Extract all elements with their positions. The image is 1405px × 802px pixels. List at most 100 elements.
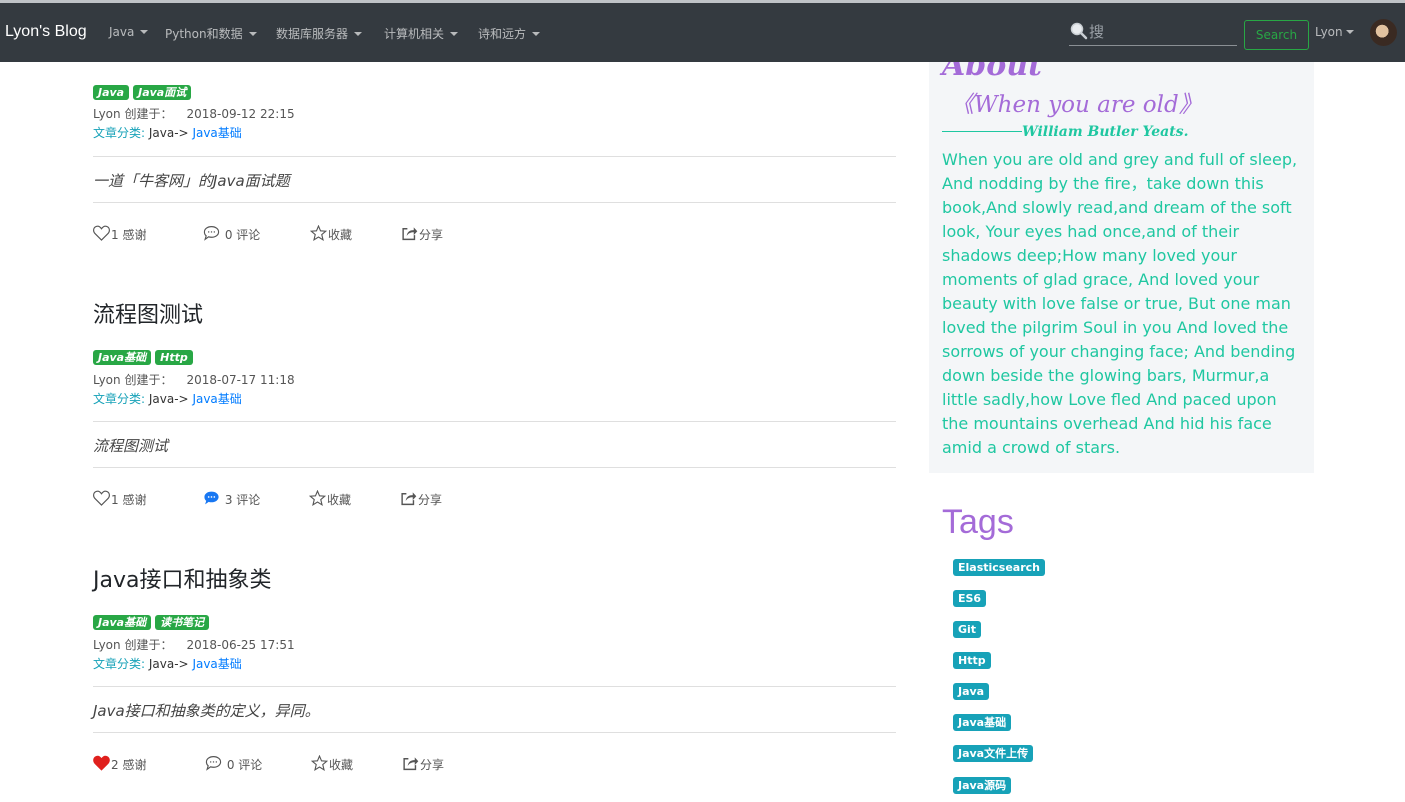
- post-category: 文章分类: Java-> Java基础: [93, 390, 242, 407]
- sidebar-tag[interactable]: Java: [953, 683, 990, 700]
- favorite-button[interactable]: 收藏: [308, 489, 352, 508]
- favorite-button[interactable]: 收藏: [309, 224, 352, 243]
- tags-title: Tags: [942, 503, 1014, 541]
- sidebar-tag[interactable]: Git: [953, 621, 982, 638]
- share-button[interactable]: 分享: [402, 755, 444, 773]
- category-label: 文章分类:: [93, 657, 146, 671]
- sidebar-tag[interactable]: Java基础: [953, 714, 1012, 731]
- poem-text: When you are old and grey and full of sl…: [942, 150, 1298, 457]
- post-category: 文章分类: Java-> Java基础: [93, 124, 242, 141]
- heart-filled-icon: [93, 755, 110, 771]
- post-meta: Lyon 创建于： 2018-07-17 11:18: [93, 371, 295, 388]
- post-meta: Lyon 创建于： 2018-09-12 22:15: [93, 105, 295, 122]
- like-button[interactable]: 1 感谢: [93, 225, 146, 243]
- divider: [93, 421, 896, 422]
- post-card: 流程图测试 Java基础 Http Lyon 创建于： 2018-07-17 11:…: [93, 297, 896, 517]
- comment-button[interactable]: 0 评论: [203, 225, 260, 243]
- sidebar-tag[interactable]: Elasticsearch: [953, 559, 1046, 576]
- post-summary[interactable]: 流程图测试: [93, 435, 168, 456]
- poem-author-name: William Butler Yeats.: [1022, 124, 1189, 140]
- sidebar-tag[interactable]: ES6: [953, 590, 987, 607]
- comment-count: 0 评论: [224, 228, 261, 242]
- avatar[interactable]: [1370, 19, 1397, 46]
- comment-icon: [205, 756, 222, 771]
- post-title[interactable]: Java接口和抽象类: [93, 562, 271, 594]
- favorite-label: 收藏: [329, 758, 354, 772]
- category-link[interactable]: Java基础: [192, 392, 241, 406]
- like-button[interactable]: 2 感谢: [93, 755, 146, 773]
- comment-button[interactable]: 3 评论: [203, 490, 260, 508]
- search-icon: [1070, 22, 1088, 40]
- divider: [93, 732, 896, 733]
- chevron-down-icon: [532, 32, 541, 36]
- share-button[interactable]: 分享: [400, 490, 442, 508]
- search-button[interactable]: Search: [1244, 20, 1309, 50]
- divider: [93, 686, 896, 687]
- category-label: 文章分类:: [93, 392, 146, 406]
- share-button[interactable]: 分享: [401, 225, 443, 243]
- heart-icon: [93, 490, 110, 506]
- divider: [93, 467, 896, 468]
- share-label: 分享: [420, 758, 445, 772]
- nav-menu-python[interactable]: Python和数据: [165, 25, 257, 42]
- post-summary[interactable]: 一道「牛客网」的Java面试题: [93, 170, 290, 191]
- nav-menu-computer[interactable]: 计算机相关: [384, 25, 459, 42]
- post-tag[interactable]: Java基础: [93, 350, 152, 365]
- chevron-down-icon: [248, 32, 257, 36]
- comment-count: 3 评论: [224, 493, 261, 507]
- nav-menu-label: 计算机相关: [384, 27, 445, 41]
- chevron-down-icon: [140, 30, 149, 34]
- nav-menu-label: Java: [109, 25, 135, 39]
- post-tag[interactable]: Http: [155, 350, 193, 365]
- post-author: Lyon 创建于：: [93, 373, 173, 387]
- comment-icon: [203, 226, 220, 241]
- share-icon: [402, 227, 418, 241]
- post-tag[interactable]: Java基础: [93, 615, 152, 630]
- post-date: 2018-06-25 17:51: [186, 638, 295, 652]
- like-count: 1 感谢: [111, 228, 147, 242]
- user-menu[interactable]: Lyon: [1315, 25, 1354, 39]
- comment-button[interactable]: 0 评论: [205, 755, 262, 773]
- post-tags: Java基础 Http: [93, 346, 197, 365]
- like-count: 2 感谢: [111, 758, 147, 772]
- category-parent: Java->: [148, 126, 189, 140]
- post-tags: Java基础 读书笔记: [93, 611, 213, 630]
- nav-menu-database[interactable]: 数据库服务器: [276, 25, 363, 42]
- sidebar-tag[interactable]: Http: [953, 652, 991, 669]
- chevron-down-icon: [450, 32, 459, 36]
- category-parent: Java->: [148, 657, 189, 671]
- search-box: [1069, 20, 1237, 46]
- dash-divider: [942, 131, 1022, 132]
- nav-menu-label: 数据库服务器: [276, 27, 349, 41]
- sidebar-tag[interactable]: Java文件上传: [953, 745, 1034, 762]
- favorite-button[interactable]: 收藏: [310, 754, 354, 773]
- post-card: Java接口和抽象类 Java基础 读书笔记 Lyon 创建于： 2018-06-2…: [93, 562, 896, 782]
- brand-logo[interactable]: Lyon's Blog: [5, 23, 87, 41]
- post-tag[interactable]: Java面试: [133, 85, 192, 100]
- post-summary[interactable]: Java接口和抽象类的定义，异同。: [93, 700, 320, 721]
- sidebar-tag[interactable]: Java源码: [953, 777, 1012, 794]
- favorite-label: 收藏: [327, 493, 352, 507]
- search-input[interactable]: [1089, 22, 1229, 42]
- category-link[interactable]: Java基础: [192, 657, 241, 671]
- top-navbar: Lyon's Blog Java Python和数据 数据库服务器 计算机相关 …: [0, 0, 1405, 62]
- share-icon: [403, 757, 419, 771]
- poem-author: William Butler Yeats.: [942, 124, 1188, 140]
- like-button[interactable]: 1 感谢: [93, 490, 146, 508]
- post-category: 文章分类: Java-> Java基础: [93, 655, 242, 672]
- post-meta: Lyon 创建于： 2018-06-25 17:51: [93, 636, 295, 653]
- share-label: 分享: [418, 493, 443, 507]
- share-icon: [401, 492, 417, 506]
- nav-menu-poetry[interactable]: 诗和远方: [478, 25, 541, 42]
- post-actions: 1 感谢 3 评论 收藏 分享: [93, 489, 693, 512]
- post-tag[interactable]: Java: [93, 85, 130, 100]
- nav-menu-java[interactable]: Java: [109, 25, 149, 39]
- post-tags: Java Java面试: [93, 81, 195, 100]
- post-title[interactable]: 流程图测试: [93, 297, 203, 329]
- chevron-down-icon: [354, 32, 363, 36]
- post-date: 2018-07-17 11:18: [186, 373, 295, 387]
- category-link[interactable]: Java基础: [192, 126, 241, 140]
- comment-count: 0 评论: [226, 758, 263, 772]
- post-tag[interactable]: 读书笔记: [155, 615, 210, 630]
- user-name: Lyon: [1315, 25, 1343, 39]
